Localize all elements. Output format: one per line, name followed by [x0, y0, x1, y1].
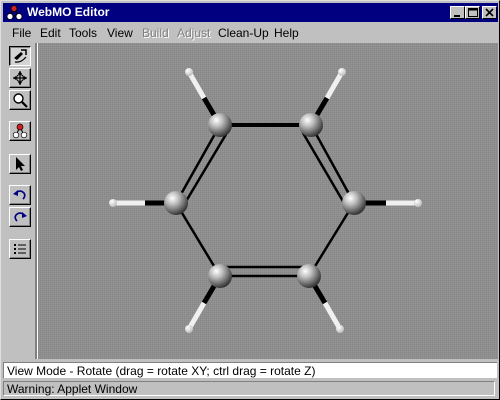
cc-bond	[309, 123, 356, 205]
applet-warning-bar: Warning: Applet Window	[1, 379, 499, 399]
hydrogen-atom[interactable]	[109, 199, 117, 207]
list-tool-button[interactable]	[9, 239, 31, 259]
carbon-atom[interactable]	[208, 264, 232, 288]
ch-bond	[186, 301, 207, 331]
hydrogen-atom[interactable]	[338, 68, 346, 76]
warning-text: Warning: Applet Window	[7, 382, 138, 396]
arrow-cursor-icon	[16, 157, 25, 171]
ch-bond	[186, 70, 207, 100]
benzene-molecule-view[interactable]	[38, 43, 498, 359]
maximize-icon	[468, 8, 478, 17]
select-tool-button[interactable]	[9, 154, 31, 174]
menu-help[interactable]: Help	[274, 26, 299, 40]
undo-icon	[13, 190, 26, 200]
cc-bond-double	[301, 131, 346, 205]
menu-file[interactable]: File	[12, 26, 31, 40]
menu-tools[interactable]: Tools	[69, 26, 97, 40]
carbon-atom[interactable]	[299, 113, 323, 137]
cc-bond	[174, 201, 222, 278]
status-text: View Mode - Rotate (drag = rotate XY; ct…	[7, 364, 316, 378]
carbon-atom[interactable]	[342, 191, 366, 215]
menu-adjust[interactable]: Adjust	[177, 26, 210, 40]
status-bar: View Mode - Rotate (drag = rotate XY; ct…	[3, 362, 497, 378]
list-icon	[14, 244, 26, 254]
redo-icon	[14, 212, 27, 222]
maximize-button[interactable]	[465, 6, 480, 19]
editor-window: WebMO Editor File Edit Tools View Build …	[0, 0, 500, 400]
ch-bond	[322, 301, 343, 331]
atoms-icon	[12, 123, 28, 139]
hydrogen-atom[interactable]	[414, 199, 422, 207]
webmo-molecule-icon	[6, 4, 23, 21]
menu-bar: File Edit Tools View Build Adjust Clean-…	[3, 23, 498, 42]
ch-bond	[324, 70, 345, 100]
close-button[interactable]	[482, 6, 497, 19]
redo-tool-button[interactable]	[9, 207, 31, 227]
hydrogen-atom[interactable]	[336, 325, 344, 333]
menu-build[interactable]: Build	[142, 26, 169, 40]
warning-frame: Warning: Applet Window	[3, 381, 495, 396]
carbon-atoms	[164, 113, 366, 288]
menu-view[interactable]: View	[107, 26, 133, 40]
rotate-icon	[14, 49, 27, 63]
menu-edit[interactable]: Edit	[40, 26, 61, 40]
undo-tool-button[interactable]	[9, 185, 31, 205]
molecule-canvas[interactable]	[38, 43, 498, 359]
cc-bond-double	[183, 129, 230, 205]
move-icon	[13, 71, 27, 85]
minimize-icon	[454, 15, 460, 17]
hydrogen-atom[interactable]	[185, 325, 193, 333]
minimize-button[interactable]	[450, 6, 465, 19]
cc-bonds	[174, 123, 356, 278]
magnifier-icon	[13, 93, 28, 108]
window-title: WebMO Editor	[27, 5, 110, 19]
close-icon	[485, 8, 494, 17]
carbon-atom[interactable]	[208, 113, 232, 137]
cc-bond	[174, 123, 222, 205]
ch-bonds	[113, 70, 418, 331]
zoom-tool-button[interactable]	[9, 90, 31, 110]
rotate-tool-button[interactable]	[9, 46, 31, 66]
tool-palette	[3, 43, 37, 359]
carbon-atom[interactable]	[297, 264, 321, 288]
cc-bond	[307, 201, 356, 278]
translate-tool-button[interactable]	[9, 68, 31, 88]
hydrogen-atom[interactable]	[185, 68, 193, 76]
carbon-atom[interactable]	[164, 191, 188, 215]
title-bar[interactable]: WebMO Editor	[3, 3, 498, 22]
build-tool-button[interactable]	[9, 121, 31, 141]
menu-clean-up[interactable]: Clean-Up	[218, 26, 269, 40]
